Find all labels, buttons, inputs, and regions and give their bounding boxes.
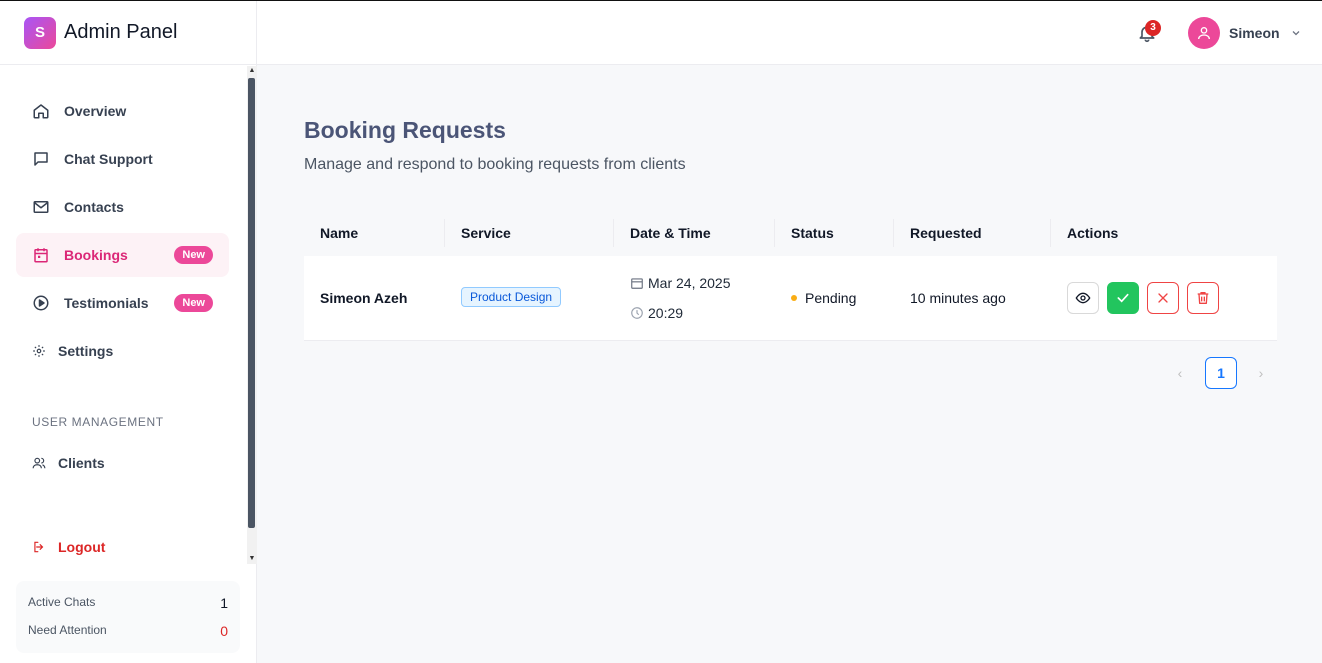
status-text: Pending <box>805 290 857 306</box>
pagination-prev[interactable]: ‹ <box>1168 357 1192 389</box>
pagination-page[interactable]: 1 <box>1205 357 1237 389</box>
chevron-down-icon <box>1292 31 1300 36</box>
sidebar-item-testimonials[interactable]: Testimonials New <box>16 281 229 325</box>
new-badge: New <box>174 294 213 312</box>
check-icon <box>1117 293 1129 303</box>
status-badge: Pending <box>791 290 856 306</box>
eye-icon <box>1075 292 1091 304</box>
booking-time: 20:29 <box>630 305 683 321</box>
requested-time: 10 minutes ago <box>910 290 1006 306</box>
logout-label: Logout <box>58 539 106 555</box>
user-menu[interactable]: Simeon <box>1188 17 1302 49</box>
delete-button[interactable] <box>1187 282 1219 314</box>
trash-icon <box>1197 292 1209 304</box>
user-name: Simeon <box>1229 25 1280 41</box>
service-tag: Product Design <box>461 287 562 307</box>
gear-icon <box>32 342 46 360</box>
page-subtitle: Manage and respond to booking requests f… <box>304 156 686 173</box>
logout-button[interactable]: Logout <box>16 525 229 569</box>
stat-active-chats: Active Chats 1 <box>28 595 228 611</box>
column-divider <box>1050 219 1051 247</box>
stat-value: 0 <box>220 623 228 639</box>
column-header-status: Status <box>791 225 834 241</box>
stat-need-attention: Need Attention 0 <box>28 623 228 639</box>
stat-value: 1 <box>220 595 228 611</box>
window-top-border <box>0 0 1322 1</box>
view-button[interactable] <box>1067 282 1099 314</box>
calendar-icon <box>32 246 50 264</box>
top-header: 3 Simeon <box>257 1 1322 65</box>
chat-icon <box>32 150 50 168</box>
new-badge: New <box>174 246 213 264</box>
table-header: Name Service Date & Time Status Requeste… <box>304 211 1277 255</box>
booking-date: Mar 24, 2025 <box>630 275 731 291</box>
sidebar: S Admin Panel Overview Chat Support Cont… <box>0 1 257 663</box>
status-dot <box>791 295 797 301</box>
column-divider <box>444 219 445 247</box>
sidebar-item-label: Bookings <box>64 247 128 263</box>
column-header-requested: Requested <box>910 225 982 241</box>
stat-label: Need Attention <box>28 623 107 637</box>
sidebar-item-bookings[interactable]: Bookings New <box>16 233 229 277</box>
sidebar-item-clients[interactable]: Clients <box>16 441 229 485</box>
pagination-next[interactable]: › <box>1249 357 1273 389</box>
scroll-up-arrow[interactable]: ▲ <box>247 66 257 76</box>
sidebar-item-contacts[interactable]: Contacts <box>16 185 229 229</box>
calendar-icon <box>631 278 643 289</box>
chat-stats-card: Active Chats 1 Need Attention 0 <box>16 581 240 653</box>
sidebar-nav: Overview Chat Support Contacts Bookings … <box>0 66 247 564</box>
client-name: Simeon Azeh <box>320 290 408 306</box>
section-label-user-management: USER MANAGEMENT <box>32 415 164 429</box>
sidebar-scrollbar[interactable]: ▲ ▼ <box>247 66 257 564</box>
clock-icon <box>631 307 643 319</box>
sidebar-item-label: Clients <box>58 455 105 471</box>
approve-button[interactable] <box>1107 282 1139 314</box>
column-header-date-time: Date & Time <box>630 225 711 241</box>
sidebar-item-label: Settings <box>58 343 114 359</box>
column-divider <box>613 219 614 247</box>
reject-button[interactable] <box>1147 282 1179 314</box>
scroll-thumb[interactable] <box>248 78 255 528</box>
avatar <box>1188 17 1220 49</box>
notification-count-badge: 3 <box>1145 20 1161 36</box>
column-header-actions: Actions <box>1067 225 1119 241</box>
brand-title: Admin Panel <box>64 21 178 43</box>
users-icon <box>32 454 46 472</box>
logout-icon <box>32 538 46 556</box>
brand: S Admin Panel <box>0 1 256 65</box>
sidebar-item-label: Overview <box>64 103 127 119</box>
sidebar-item-label: Contacts <box>64 199 124 215</box>
scroll-down-arrow[interactable]: ▼ <box>247 554 257 564</box>
column-header-service: Service <box>461 225 511 241</box>
sidebar-item-label: Chat Support <box>64 151 153 167</box>
brand-logo: S <box>24 16 56 49</box>
stat-label: Active Chats <box>28 595 96 609</box>
table-row: Simeon Azeh Product Design Mar 24, 2025 … <box>304 256 1277 341</box>
column-divider <box>774 219 775 247</box>
sidebar-item-settings[interactable]: Settings <box>16 329 229 373</box>
play-circle-icon <box>32 294 50 312</box>
date-text: Mar 24, 2025 <box>648 275 731 291</box>
column-divider <box>893 219 894 247</box>
close-icon <box>1158 293 1168 303</box>
sidebar-item-chat-support[interactable]: Chat Support <box>16 137 229 181</box>
sidebar-item-overview[interactable]: Overview <box>16 89 229 133</box>
mail-icon <box>32 198 50 216</box>
sidebar-item-label: Testimonials <box>64 295 149 311</box>
column-header-name: Name <box>320 225 359 241</box>
home-icon <box>32 102 50 120</box>
time-text: 20:29 <box>648 305 684 321</box>
page-title: Booking Requests <box>304 117 506 143</box>
